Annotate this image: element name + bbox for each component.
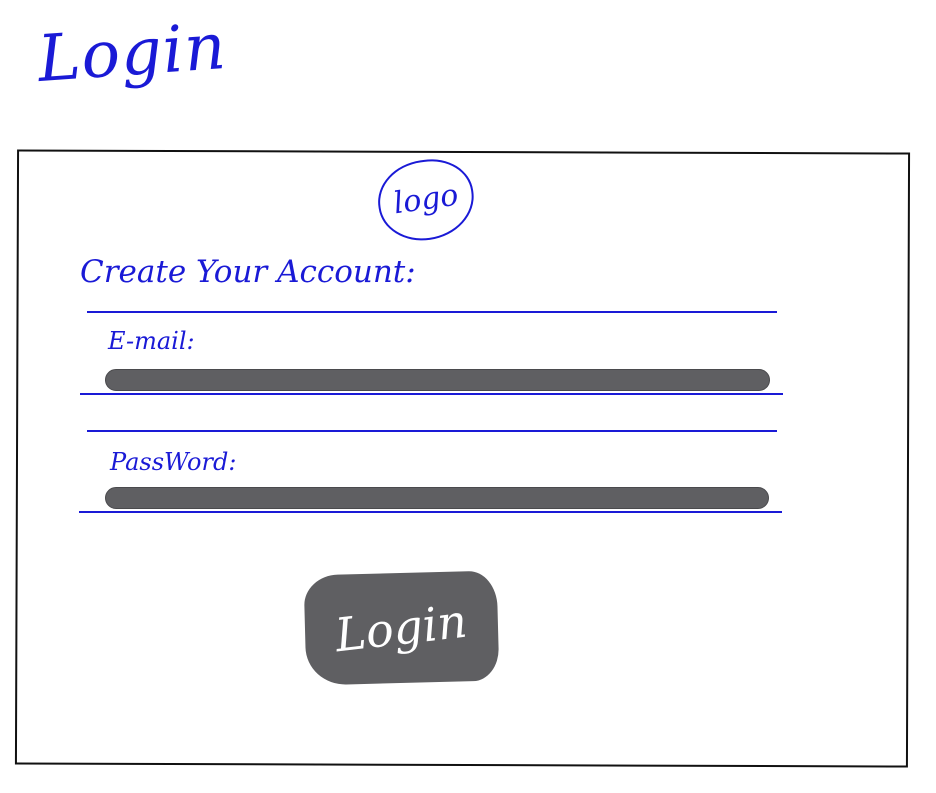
divider-password-top bbox=[87, 430, 777, 432]
login-button-label: Login bbox=[332, 593, 471, 663]
page-title: Login bbox=[35, 9, 229, 97]
divider-top bbox=[87, 311, 777, 313]
password-label: PassWord: bbox=[110, 448, 237, 476]
form-heading: Create Your Account: bbox=[80, 254, 416, 290]
logo-text: logo bbox=[391, 177, 461, 222]
login-button[interactable]: Login bbox=[303, 570, 500, 686]
password-field[interactable] bbox=[105, 487, 769, 509]
email-label: E-mail: bbox=[108, 327, 195, 355]
divider-email-bottom bbox=[80, 393, 783, 395]
divider-bottom bbox=[79, 511, 782, 513]
email-field[interactable] bbox=[105, 369, 770, 391]
